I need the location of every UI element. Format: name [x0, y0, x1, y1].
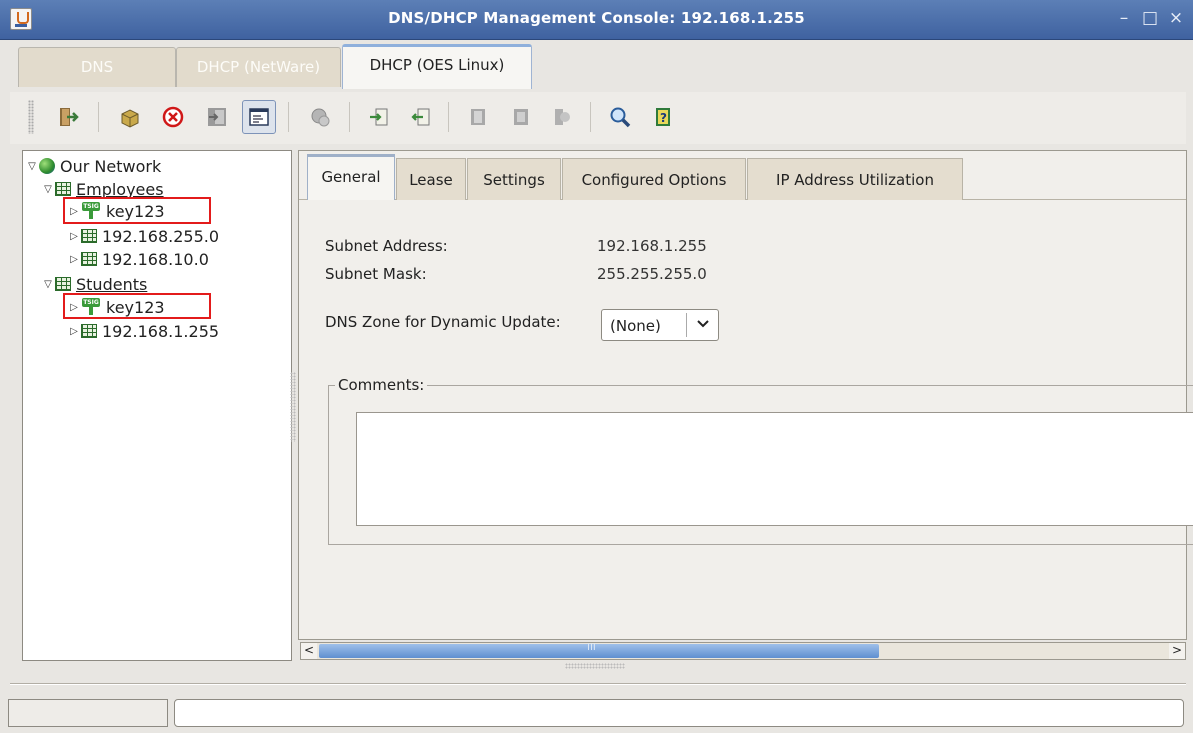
tree-node-label: 192.168.255.0	[102, 226, 220, 246]
tab-dhcp-oes-linux[interactable]: DHCP (OES Linux)	[342, 44, 532, 89]
start-service-icon[interactable]	[462, 100, 496, 134]
tree-node-employees[interactable]: ▽ Employees	[41, 179, 164, 199]
chevron-down-icon[interactable]	[693, 314, 713, 334]
tab-settings[interactable]: Settings	[467, 158, 561, 200]
toolbar-separator	[448, 102, 449, 132]
subnet-grid-icon	[81, 229, 97, 243]
group-grid-icon	[55, 277, 71, 291]
tree-node-label: Students	[76, 274, 148, 294]
dns-zone-label: DNS Zone for Dynamic Update:	[325, 313, 561, 331]
tree-node-subnet[interactable]: ▷ 192.168.255.0	[67, 226, 219, 246]
tab-dns[interactable]: DNS	[18, 47, 176, 87]
tree-node-our-network[interactable]: ▽ Our Network	[25, 156, 161, 176]
dns-zone-select[interactable]: (None)	[601, 309, 719, 341]
properties-icon[interactable]	[242, 100, 276, 134]
close-button[interactable]: ×	[1166, 8, 1186, 28]
import-icon[interactable]	[200, 100, 234, 134]
window-title: DNS/DHCP Management Console: 192.168.1.2…	[388, 9, 805, 27]
split-pane-divider-horizontal[interactable]	[565, 663, 625, 669]
comments-label: Comments:	[335, 376, 428, 394]
audit-icon[interactable]	[545, 100, 579, 134]
tree-node-students[interactable]: ▽ Students	[41, 274, 147, 294]
network-tree[interactable]: ▽ Our Network ▽ Employees ▷ TSIG key123 …	[22, 150, 292, 661]
status-field-left	[8, 699, 168, 727]
scroll-thumb[interactable]: III	[319, 642, 879, 658]
search-icon[interactable]	[603, 100, 637, 134]
scroll-right-button[interactable]: >	[1169, 643, 1185, 659]
collapsed-arrow-icon[interactable]: ▷	[67, 231, 81, 242]
import-config-icon[interactable]	[362, 100, 396, 134]
delete-icon[interactable]	[156, 100, 190, 134]
toolbar-separator	[590, 102, 591, 132]
group-grid-icon	[55, 182, 71, 196]
subnet-mask-value: 255.255.255.0	[597, 265, 707, 283]
collapsed-arrow-icon[interactable]: ▷	[67, 326, 81, 337]
tree-node-label: 192.168.10.0	[102, 249, 209, 269]
service-icon[interactable]	[303, 100, 337, 134]
expanded-arrow-icon[interactable]: ▽	[41, 184, 55, 195]
tab-configured-options[interactable]: Configured Options	[562, 158, 746, 200]
status-field-main	[174, 699, 1184, 727]
tab-lease[interactable]: Lease	[396, 158, 466, 200]
collapsed-arrow-icon[interactable]: ▷	[67, 254, 81, 265]
tree-node-label: 192.168.1.255	[102, 321, 220, 341]
comments-textarea[interactable]	[356, 412, 1193, 526]
tree-node-label: Our Network	[60, 156, 162, 176]
expanded-arrow-icon[interactable]: ▽	[25, 161, 39, 172]
tab-general[interactable]: General	[307, 154, 395, 200]
export-config-icon[interactable]	[404, 100, 438, 134]
exit-icon[interactable]	[52, 100, 86, 134]
tab-ip-address-utilization[interactable]: IP Address Utilization	[747, 158, 963, 200]
create-object-icon[interactable]	[113, 100, 147, 134]
minimize-button[interactable]: –	[1114, 8, 1134, 28]
toolbar-separator	[288, 102, 289, 132]
tree-node-subnet[interactable]: ▷ 192.168.1.255	[67, 321, 219, 341]
toolbar-separator	[349, 102, 350, 132]
toolbar: ?	[10, 92, 1186, 144]
status-divider	[10, 683, 1186, 685]
subnet-mask-label: Subnet Mask:	[325, 265, 427, 283]
detail-panel: General Lease Settings Configured Option…	[298, 150, 1193, 640]
help-icon[interactable]: ?	[646, 100, 680, 134]
maximize-button[interactable]: □	[1140, 8, 1160, 28]
split-pane-divider[interactable]	[290, 372, 296, 442]
subnet-address-value: 192.168.1.255	[597, 237, 707, 255]
subnet-grid-icon	[81, 324, 97, 338]
combo-separator	[686, 313, 687, 337]
toolbar-grip[interactable]	[28, 100, 34, 134]
scroll-left-button[interactable]: <	[301, 643, 317, 659]
title-bar: DNS/DHCP Management Console: 192.168.1.2…	[0, 0, 1193, 40]
toolbar-separator	[98, 102, 99, 132]
highlight-box	[63, 293, 211, 319]
tree-node-subnet[interactable]: ▷ 192.168.10.0	[67, 249, 209, 269]
tree-node-label: Employees	[76, 179, 164, 199]
highlight-box	[63, 197, 211, 224]
stop-service-icon[interactable]	[504, 100, 538, 134]
tab-dhcp-netware[interactable]: DHCP (NetWare)	[176, 47, 341, 87]
horizontal-scrollbar[interactable]: < III >	[300, 642, 1186, 660]
subnet-grid-icon	[81, 252, 97, 266]
dns-zone-selected-value: (None)	[610, 317, 661, 335]
main-tab-bar: DNS DHCP (NetWare) DHCP (OES Linux)	[0, 40, 1193, 129]
subnet-address-label: Subnet Address:	[325, 237, 448, 255]
scroll-grip: III	[587, 642, 596, 653]
expanded-arrow-icon[interactable]: ▽	[41, 279, 55, 290]
network-globe-icon	[39, 158, 55, 174]
svg-text:?: ?	[660, 111, 667, 125]
